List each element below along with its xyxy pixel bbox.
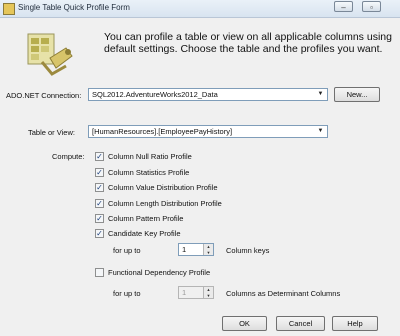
determinant-columns-value: 1 bbox=[182, 288, 187, 297]
app-icon bbox=[3, 3, 15, 15]
null-ratio-checkbox[interactable]: ✓ bbox=[95, 152, 104, 161]
determinant-columns-spinner[interactable]: 1 ▲ ▼ bbox=[178, 286, 214, 299]
profile-wizard-logo-icon bbox=[27, 33, 73, 76]
statistics-label: Column Statistics Profile bbox=[108, 168, 190, 177]
connection-label: ADO.NET Connection: bbox=[6, 91, 82, 100]
chevron-down-icon: ▼ bbox=[317, 128, 324, 134]
new-connection-button[interactable]: New... bbox=[334, 87, 380, 102]
chevron-down-icon: ▼ bbox=[317, 91, 324, 97]
candidate-key-checkbox[interactable]: ✓ bbox=[95, 229, 104, 238]
functional-dependency-checkbox[interactable] bbox=[95, 268, 104, 277]
table-value: [HumanResources].[EmployeePayHistory] bbox=[92, 127, 233, 136]
form-body: You can profile a table or view on all a… bbox=[0, 18, 400, 336]
spin-down-icon[interactable]: ▼ bbox=[204, 250, 213, 256]
pattern-label: Column Pattern Profile bbox=[108, 214, 184, 223]
connection-value: SQL2012.AdventureWorks2012_Data bbox=[92, 90, 218, 99]
minimize-button[interactable]: – bbox=[334, 1, 353, 12]
value-distribution-label: Column Value Distribution Profile bbox=[108, 183, 218, 192]
connection-dropdown[interactable]: SQL2012.AdventureWorks2012_Data ▼ bbox=[88, 88, 328, 101]
window-title: Single Table Quick Profile Form bbox=[18, 3, 130, 12]
length-distribution-checkbox[interactable]: ✓ bbox=[95, 199, 104, 208]
functional-dependency-label: Functional Dependency Profile bbox=[108, 268, 211, 277]
cancel-button[interactable]: Cancel bbox=[276, 316, 325, 331]
table-dropdown[interactable]: [HumanResources].[EmployeePayHistory] ▼ bbox=[88, 125, 328, 138]
title-bar: Single Table Quick Profile Form – ▫ bbox=[0, 0, 400, 18]
null-ratio-label: Column Null Ratio Profile bbox=[108, 152, 192, 161]
candidate-key-label: Candidate Key Profile bbox=[108, 229, 181, 238]
pattern-checkbox[interactable]: ✓ bbox=[95, 214, 104, 223]
spin-down-icon[interactable]: ▼ bbox=[204, 293, 213, 299]
candidate-key-columns-value: 1 bbox=[182, 245, 187, 254]
candidate-key-columns-spinner[interactable]: 1 ▲ ▼ bbox=[178, 243, 214, 256]
maximize-button[interactable]: ▫ bbox=[362, 1, 381, 12]
compute-label: Compute: bbox=[52, 152, 85, 161]
candidate-key-suffix: Column keys bbox=[226, 246, 270, 255]
value-distribution-checkbox[interactable]: ✓ bbox=[95, 183, 104, 192]
length-distribution-label: Column Length Distribution Profile bbox=[108, 199, 222, 208]
statistics-checkbox[interactable]: ✓ bbox=[95, 168, 104, 177]
intro-text: You can profile a table or view on all a… bbox=[104, 31, 392, 55]
functional-dependency-for-up-to-label: for up to bbox=[113, 289, 141, 298]
determinant-columns-suffix: Columns as Determinant Columns bbox=[226, 289, 341, 298]
candidate-key-for-up-to-label: for up to bbox=[113, 246, 141, 255]
help-button[interactable]: Help bbox=[332, 316, 378, 331]
table-label: Table or View: bbox=[28, 128, 75, 137]
ok-button[interactable]: OK bbox=[222, 316, 267, 331]
